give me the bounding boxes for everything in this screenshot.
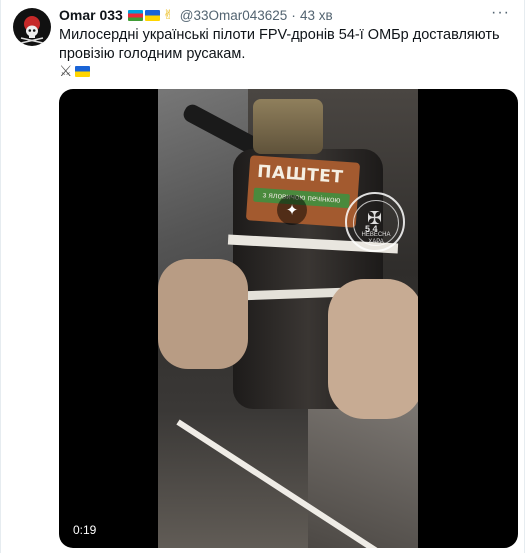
can-label-word: ПАШТЕТ — [256, 161, 344, 188]
user-handle[interactable]: @33Omar043625 — [180, 8, 288, 23]
right-hand — [328, 279, 418, 419]
seal-bottom-text: НЕВЕСНА ХАРА — [361, 232, 391, 245]
ukraine-flag-icon — [144, 9, 160, 21]
more-options-icon[interactable]: ··· — [491, 4, 510, 22]
tweet[interactable]: Omar 033 ✌ @33Omar043625 · 43 хв ··· Мил… — [0, 0, 525, 553]
video-duration: 0:19 — [69, 522, 101, 538]
timestamp[interactable]: 43 хв — [300, 8, 333, 23]
left-hand — [158, 259, 248, 369]
bottle-cap — [253, 99, 323, 154]
tweet-header: Omar 033 ✌ @33Omar043625 · 43 хв — [59, 6, 333, 24]
sparkle-icon[interactable]: ✦ — [277, 195, 307, 225]
video-player[interactable]: ПАШТЕТ з яловичою печінкою ✦ ✠ 5 4 НЕВЕС… — [59, 89, 518, 548]
azerbaijan-flag-icon — [127, 9, 143, 21]
skull-icon — [20, 25, 44, 44]
emoji-row: ⚔ — [59, 62, 92, 80]
crossed-swords-icon: ⚔ — [59, 63, 73, 80]
brigade-seal-logo: ✠ 5 4 НЕВЕСНА ХАРА — [345, 192, 405, 252]
video-frame: ПАШТЕТ з яловичою печінкою — [158, 89, 418, 548]
display-name[interactable]: Omar 033 — [59, 7, 123, 23]
tweet-text: Милосердні українські пілоти FPV-дронів … — [59, 27, 500, 62]
victory-hand-icon: ✌ — [162, 7, 174, 22]
separator-dot: · — [291, 7, 296, 23]
ukraine-flag-icon — [75, 65, 91, 77]
avatar[interactable] — [13, 8, 51, 46]
